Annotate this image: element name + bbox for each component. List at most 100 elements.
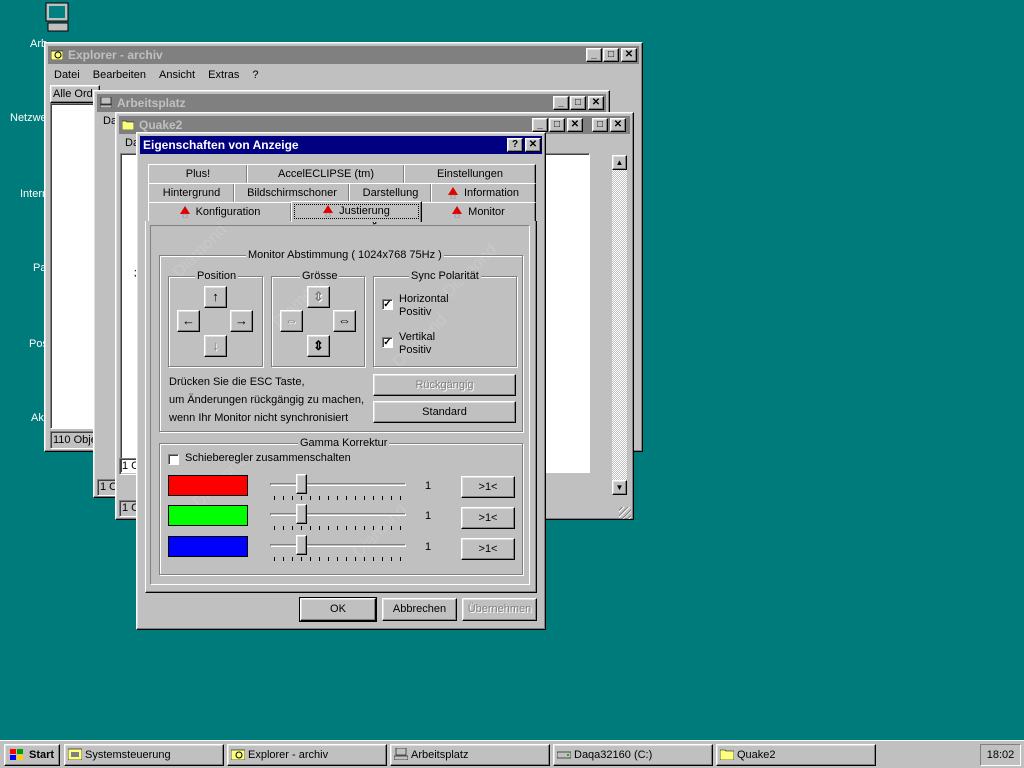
diamond-icon [452,206,463,219]
sync-polarity-title: Sync Polarität [409,270,481,282]
position-down-button[interactable]: ↓ [204,335,227,357]
desktop-icon-label: Netzwe [10,112,47,124]
close-button[interactable]: ✕ [567,118,583,132]
close-button[interactable]: ✕ [588,96,604,110]
apply-button[interactable]: Übernehmen [462,598,537,621]
menu-bearbeiten[interactable]: Bearbeiten [93,69,146,81]
close-button[interactable]: ✕ [621,48,637,62]
taskbar-item-systemsteuerung[interactable]: Systemsteuerung [64,744,224,766]
size-taller-button[interactable]: ⇕ [307,286,330,308]
gamma-red-value: 1 [425,480,432,492]
tab-bildschirmschoner[interactable]: Bildschirmschoner [234,183,350,202]
vertikal-checkbox[interactable]: ✓ [382,337,393,348]
gamma-red-track[interactable] [270,483,406,486]
tab-darstellung[interactable]: Darstellung [349,183,432,202]
tab-justierung[interactable]: Justierung [291,201,422,222]
tab-label: Information [463,187,520,199]
taskbar-item-arbeitsplatz[interactable]: Arbeitsplatz [390,744,550,766]
windows-logo-icon [10,749,23,760]
explorer-icon [51,50,63,60]
link-sliders-checkbox[interactable] [168,454,179,465]
gamma-blue-value: 1 [425,541,432,553]
tab-hintergrund[interactable]: Hintergrund [148,183,235,202]
gamma-group: Gamma Korrektur Schieberegler zusammensc… [159,437,523,575]
size-shorter-button[interactable]: ⇕ [307,335,330,357]
maximize-button[interactable]: □ [592,118,608,132]
gamma-blue-reset-button[interactable]: >1< [461,538,515,560]
scroll-up-button[interactable]: ▲ [612,155,627,170]
resize-grip[interactable] [619,507,631,519]
horizontal-label-2: Positiv [399,306,432,318]
monitor-tuning-group: Monitor Abstimmung ( 1024x768 75Hz ) Pos… [159,249,523,432]
position-up-button[interactable]: ↑ [204,286,227,308]
monitor-tuning-title: Monitor Abstimmung ( 1024x768 75Hz ) [246,249,444,261]
maximize-button[interactable]: □ [603,48,619,62]
taskbar-item-explorer[interactable]: Explorer - archiv [227,744,387,766]
menu-datei[interactable]: Datei [54,69,80,81]
dialog-titlebar[interactable]: Eigenschaften von Anzeige [140,136,542,154]
arbeitsplatz-titlebar[interactable]: Arbeitsplatz [97,94,606,112]
size-narrower-button[interactable]: ⇔ [280,310,303,332]
menu-help[interactable]: ? [252,69,258,81]
standard-button[interactable]: Standard [373,401,516,423]
tab-accel-eclipse[interactable]: AccelECLIPSE (tm) [247,164,405,183]
close-button[interactable]: ✕ [525,138,541,152]
tab-plus[interactable]: Plus! [148,164,248,183]
tab-monitor[interactable]: Monitor [421,202,536,221]
scroll-down-button[interactable]: ▼ [612,480,627,495]
start-button[interactable]: Start [4,744,60,766]
minimize-button[interactable]: _ [553,96,569,110]
folder-icon [720,749,734,760]
gamma-red-slider[interactable] [296,474,307,494]
gamma-blue-track[interactable] [270,544,406,547]
taskbar-item-drive-c[interactable]: Daqa32160 (C:) [553,744,713,766]
cancel-button[interactable]: Abbrechen [382,598,457,621]
computer-icon [100,97,112,108]
sync-polarity-group: Sync Polarität ✓ Horizontal Positiv ✓ Ve… [373,270,517,367]
gamma-red-reset-button[interactable]: >1< [461,476,515,498]
close-button[interactable]: ✕ [610,118,626,132]
display-properties-dialog[interactable]: Eigenschaften von Anzeige ? ✕ Plus! Acce… [136,132,546,630]
gamma-green-value: 1 [425,510,432,522]
computer-icon [394,748,408,760]
undo-button[interactable]: Rückgängig [373,374,516,396]
scrollbar-track[interactable] [612,170,627,480]
diamond-icon [179,206,190,219]
tab-panel: Diamond Diamond Diamond Diamond Diamond … [145,221,537,593]
ok-button[interactable]: OK [299,597,377,622]
menu-extras[interactable]: Extras [208,69,239,81]
desktop-icon-aktenkoffer[interactable]: Ak [31,412,44,424]
tab-information[interactable]: Information [431,183,536,202]
explorer-titlebar[interactable]: Explorer - archiv [48,46,639,64]
minimize-button[interactable]: _ [532,118,548,132]
tab-konfiguration[interactable]: Konfiguration [148,202,292,221]
taskbar-clock[interactable]: 18:02 [980,744,1021,766]
gamma-blue-slider[interactable] [296,535,307,555]
size-wider-button[interactable]: ⇔ [333,310,356,332]
menu-ansicht[interactable]: Ansicht [159,69,195,81]
help-button[interactable]: ? [507,138,523,152]
gamma-title: Gamma Korrektur [298,437,390,449]
esc-hint-line-2: um Änderungen rückgängig zu machen, [169,394,365,406]
gamma-green-slider[interactable] [296,504,307,524]
desktop-icon-netzwerk[interactable]: Netzwe [10,112,47,124]
diamond-icon [447,187,458,200]
gamma-green-reset-button[interactable]: >1< [461,507,515,529]
arbeitsplatz-title: Arbeitsplatz [117,96,186,110]
maximize-button[interactable]: □ [570,96,586,110]
position-right-button[interactable]: → [230,310,253,332]
computer-icon [45,2,69,32]
position-left-button[interactable]: ← [177,310,200,332]
minimize-button[interactable]: _ [586,48,602,62]
size-group: Grösse ⇕ ⇔ ⇔ ⇕ [271,270,365,367]
horizontal-label-1: Horizontal [399,293,449,305]
gamma-green-track[interactable] [270,513,406,516]
tab-einstellungen[interactable]: Einstellungen [404,164,536,183]
start-label: Start [29,749,55,761]
maximize-button[interactable]: □ [549,118,565,132]
taskbar-item-quake2[interactable]: Quake2 [716,744,876,766]
horizontal-checkbox[interactable]: ✓ [382,299,393,310]
taskbar-item-label: Explorer - archiv [248,749,329,761]
tab-label: Konfiguration [195,206,261,218]
explorer-icon [231,749,245,760]
